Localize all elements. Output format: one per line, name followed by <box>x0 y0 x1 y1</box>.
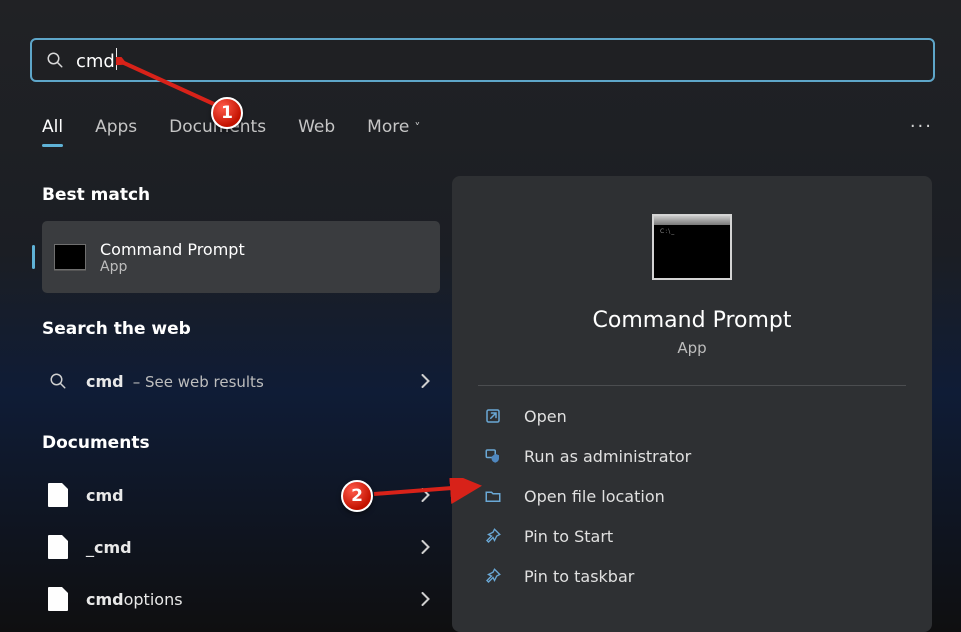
chevron-right-icon <box>421 488 430 502</box>
document-result-row[interactable]: cmd <box>42 469 440 521</box>
chevron-down-icon: ˅ <box>414 121 420 135</box>
filter-tabs: All Apps Documents Web More˅ ··· <box>42 116 933 137</box>
search-query-text: cmd <box>76 48 117 72</box>
action-label: Open <box>524 407 567 426</box>
command-prompt-large-icon: C:\_ <box>652 214 732 280</box>
divider <box>478 385 906 386</box>
document-result-row[interactable]: cmdoptions <box>42 573 440 625</box>
tab-more[interactable]: More˅ <box>367 117 420 137</box>
action-open-file-location[interactable]: Open file location <box>478 476 906 516</box>
tab-web[interactable]: Web <box>298 117 335 137</box>
chevron-right-icon <box>421 374 430 388</box>
action-label: Run as administrator <box>524 447 691 466</box>
pin-icon <box>484 567 502 585</box>
annotation-callout-2: 2 <box>341 480 373 512</box>
search-input[interactable]: cmd <box>30 38 935 82</box>
doc-name: cmd <box>94 538 132 557</box>
folder-icon <box>484 487 502 505</box>
web-result-suffix: – See web results <box>133 373 264 391</box>
chevron-right-icon <box>421 540 430 554</box>
annotation-callout-1: 1 <box>211 97 243 129</box>
chevron-right-icon <box>421 592 430 606</box>
best-match-title: Command Prompt <box>100 240 245 259</box>
tab-apps[interactable]: Apps <box>95 117 137 137</box>
tab-all[interactable]: All <box>42 117 63 137</box>
shield-admin-icon <box>484 447 502 465</box>
action-pin-to-taskbar[interactable]: Pin to taskbar <box>478 556 906 596</box>
search-icon <box>46 372 70 390</box>
action-pin-to-start[interactable]: Pin to Start <box>478 516 906 556</box>
doc-name: cmd <box>86 590 124 609</box>
open-icon <box>484 407 502 425</box>
documents-heading: Documents <box>42 433 440 453</box>
best-match-result[interactable]: Command Prompt App <box>42 221 440 293</box>
web-result-row[interactable]: cmd – See web results <box>42 355 440 407</box>
doc-name-prefix: _ <box>86 538 94 557</box>
file-icon <box>46 535 70 559</box>
action-label: Open file location <box>524 487 665 506</box>
search-icon <box>46 51 64 69</box>
action-label: Pin to Start <box>524 527 613 546</box>
file-icon <box>46 483 70 507</box>
pin-icon <box>484 527 502 545</box>
web-result-query: cmd <box>86 372 124 391</box>
overflow-menu-button[interactable]: ··· <box>910 116 933 137</box>
details-panel: C:\_ Command Prompt App Open Run as admi… <box>452 176 932 632</box>
document-result-row[interactable]: _cmd <box>42 521 440 573</box>
details-title: Command Prompt <box>478 308 906 333</box>
command-prompt-icon <box>54 244 86 270</box>
details-type: App <box>478 339 906 357</box>
doc-name-suffix: options <box>124 590 183 609</box>
best-match-heading: Best match <box>42 185 440 205</box>
action-label: Pin to taskbar <box>524 567 634 586</box>
action-run-as-administrator[interactable]: Run as administrator <box>478 436 906 476</box>
results-column: Best match Command Prompt App Search the… <box>42 185 440 625</box>
doc-name: cmd <box>86 486 124 505</box>
search-web-heading: Search the web <box>42 319 440 339</box>
action-open[interactable]: Open <box>478 396 906 436</box>
file-icon <box>46 587 70 611</box>
windows-search-panel: cmd All Apps Documents Web More˅ ··· Bes… <box>0 0 961 632</box>
best-match-subtitle: App <box>100 259 245 275</box>
